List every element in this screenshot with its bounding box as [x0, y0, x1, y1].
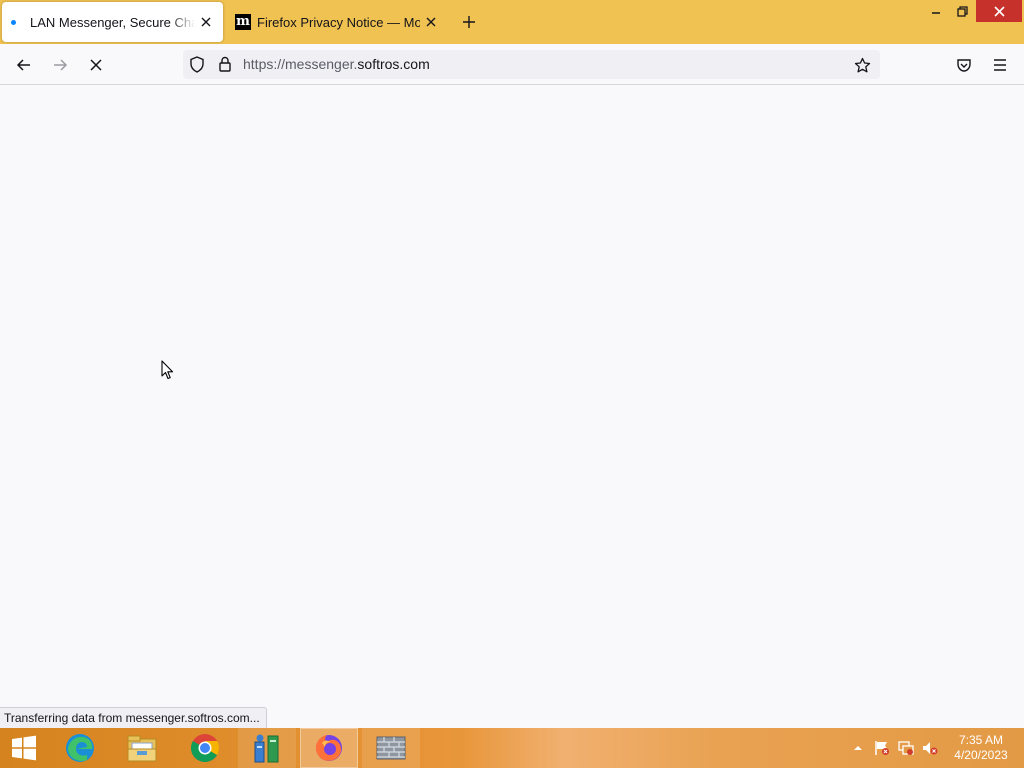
taskbar-edge-button[interactable] — [51, 728, 109, 768]
taskbar-clock[interactable]: 7:35 AM 4/20/2023 — [946, 733, 1016, 763]
address-bar[interactable]: https://messenger.softros.com — [183, 50, 880, 79]
close-icon — [993, 5, 1005, 17]
taskbar-file-explorer-button[interactable] — [113, 728, 171, 768]
taskbar-firefox-button[interactable] — [300, 728, 358, 768]
restore-icon — [956, 5, 968, 17]
network-app-icon — [254, 734, 279, 763]
navigation-toolbar: https://messenger.softros.com — [0, 44, 1024, 85]
tab-lan-messenger[interactable]: LAN Messenger, Secure Chat - LAN — [2, 2, 223, 42]
page-content-area: Transferring data from messenger.softros… — [0, 85, 1024, 728]
pocket-button[interactable] — [951, 52, 977, 78]
mouse-pointer-icon — [161, 360, 174, 385]
tab-title: Firefox Privacy Notice — Mozilla — [257, 14, 420, 30]
url-host: softros.com — [357, 56, 430, 72]
chrome-icon — [191, 734, 219, 762]
close-tab-icon[interactable] — [420, 11, 442, 33]
firewall-icon — [376, 736, 406, 760]
lock-icon[interactable] — [218, 56, 232, 78]
hamburger-menu-icon — [994, 59, 1006, 71]
mozilla-favicon-icon: m — [235, 14, 251, 30]
plus-icon — [463, 16, 475, 28]
start-button[interactable] — [0, 728, 48, 768]
windows-start-icon — [12, 735, 36, 761]
bookmark-star-icon[interactable] — [851, 54, 873, 76]
network-status-icon[interactable] — [896, 738, 916, 758]
tab-firefox-privacy-notice[interactable]: m Firefox Privacy Notice — Mozilla — [226, 2, 444, 42]
stop-loading-button[interactable] — [83, 52, 109, 78]
clock-date: 4/20/2023 — [954, 748, 1008, 762]
url-text[interactable]: https://messenger.softros.com — [243, 56, 430, 73]
taskbar-firewall-button[interactable] — [362, 728, 420, 768]
show-hidden-icons-chevron-up-icon[interactable] — [848, 738, 868, 758]
minimize-icon — [932, 12, 940, 14]
close-window-button[interactable] — [976, 0, 1022, 22]
system-tray — [848, 728, 944, 768]
tab-loading-indicator-icon — [11, 19, 16, 25]
taskbar-lan-messenger-button[interactable] — [238, 728, 296, 768]
stop-icon — [90, 59, 102, 71]
tracking-protection-shield-icon[interactable] — [189, 56, 205, 78]
action-center-flag-icon[interactable] — [872, 738, 892, 758]
back-button[interactable] — [11, 52, 37, 78]
windows-taskbar: 7:35 AM 4/20/2023 — [0, 728, 1024, 768]
taskbar-chrome-button[interactable] — [176, 728, 234, 768]
minimize-window-button[interactable] — [924, 0, 948, 22]
pocket-icon — [957, 59, 971, 72]
close-tab-icon[interactable] — [195, 11, 217, 33]
tab-title: LAN Messenger, Secure Chat - LAN — [30, 14, 195, 30]
status-panel: Transferring data from messenger.softros… — [0, 707, 267, 728]
edge-icon — [66, 734, 94, 762]
new-tab-button[interactable] — [458, 11, 480, 33]
arrow-left-icon — [16, 59, 30, 71]
clock-time: 7:35 AM — [958, 733, 1004, 747]
url-prefix: https://messenger. — [243, 56, 358, 72]
application-menu-button[interactable] — [987, 52, 1013, 78]
arrow-right-icon — [54, 59, 68, 71]
firefox-icon — [316, 735, 342, 761]
forward-button[interactable] — [47, 52, 73, 78]
file-explorer-icon — [127, 735, 157, 762]
tab-strip: LAN Messenger, Secure Chat - LAN m Firef… — [0, 0, 1024, 44]
restore-window-button[interactable] — [950, 0, 974, 22]
volume-muted-icon[interactable] — [920, 738, 940, 758]
